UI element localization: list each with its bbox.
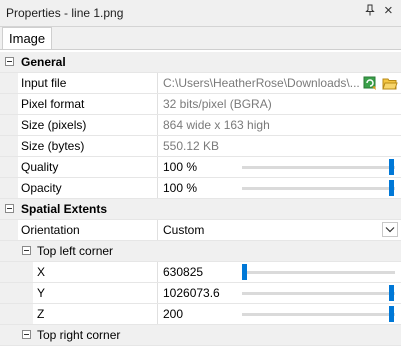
category-label: General — [21, 55, 66, 69]
category-label: Spatial Extents — [21, 202, 108, 216]
close-icon[interactable]: × — [384, 2, 393, 19]
z-slider[interactable] — [242, 304, 395, 324]
property-name: Input file — [19, 73, 158, 93]
property-name: Y — [33, 283, 158, 303]
property-value: 550.12 KB — [163, 139, 220, 153]
opacity-value[interactable]: 100 % — [160, 178, 240, 198]
property-name: Pixel format — [19, 94, 158, 114]
refresh-file-icon[interactable] — [363, 75, 379, 91]
property-row-z[interactable]: Z 200 — [0, 304, 401, 325]
slider-thumb[interactable] — [389, 285, 394, 301]
slider-thumb[interactable] — [389, 180, 394, 196]
tab-bar: Image — [0, 27, 401, 50]
window-title: Properties - line 1.png — [6, 6, 124, 20]
property-row-pixel-format[interactable]: Pixel format 32 bits/pixel (BGRA) — [0, 94, 401, 115]
collapse-icon[interactable] — [5, 57, 14, 66]
property-row-opacity[interactable]: Opacity 100 % — [0, 178, 401, 199]
pin-icon[interactable] — [365, 4, 375, 19]
property-name: Quality — [19, 157, 158, 177]
z-value[interactable]: 200 — [160, 304, 240, 324]
property-name: Z — [33, 304, 158, 324]
quality-value[interactable]: 100 % — [160, 157, 240, 177]
open-folder-icon[interactable] — [382, 75, 398, 91]
property-name: Size (bytes) — [19, 136, 158, 156]
property-row-y[interactable]: Y 1026073.6 — [0, 283, 401, 304]
x-slider[interactable] — [242, 262, 395, 282]
property-value: C:\Users\HeatherRose\Downloads\... — [163, 76, 360, 90]
property-row-quality[interactable]: Quality 100 % — [0, 157, 401, 178]
y-slider[interactable] — [242, 283, 395, 303]
slider-thumb[interactable] — [389, 159, 394, 175]
subcategory-label: Top right corner — [37, 328, 121, 342]
category-general[interactable]: General — [0, 52, 401, 73]
x-value[interactable]: 630825 — [160, 262, 240, 282]
property-name: X — [33, 262, 158, 282]
property-name: Opacity — [19, 178, 158, 198]
orientation-value: Custom — [163, 223, 205, 237]
property-name: Orientation — [19, 220, 158, 240]
property-value: 32 bits/pixel (BGRA) — [163, 97, 272, 111]
collapse-icon[interactable] — [22, 246, 31, 255]
chevron-down-icon[interactable] — [382, 222, 398, 237]
collapse-icon[interactable] — [22, 330, 31, 339]
slider-thumb[interactable] — [242, 264, 247, 280]
property-row-orientation[interactable]: Orientation Custom — [0, 220, 401, 241]
property-row-size-bytes[interactable]: Size (bytes) 550.12 KB — [0, 136, 401, 157]
property-row-input-file[interactable]: Input file C:\Users\HeatherRose\Download… — [0, 73, 401, 94]
property-row-size-pixels[interactable]: Size (pixels) 864 wide x 163 high — [0, 115, 401, 136]
property-name: Size (pixels) — [19, 115, 158, 135]
slider-thumb[interactable] — [389, 306, 394, 322]
property-value: 864 wide x 163 high — [163, 118, 270, 132]
y-value[interactable]: 1026073.6 — [160, 283, 240, 303]
opacity-slider[interactable] — [242, 178, 395, 198]
quality-slider[interactable] — [242, 157, 395, 177]
property-row-x[interactable]: X 630825 — [0, 262, 401, 283]
subcategory-top-left-corner[interactable]: Top left corner — [0, 241, 401, 262]
properties-title-bar: Properties - line 1.png × — [0, 0, 401, 27]
collapse-icon[interactable] — [5, 204, 14, 213]
tab-image[interactable]: Image — [2, 27, 53, 49]
subcategory-label: Top left corner — [37, 244, 114, 258]
property-grid: General Input file C:\Users\HeatherRose\… — [0, 52, 401, 346]
orientation-dropdown[interactable]: Custom — [160, 220, 401, 240]
category-spatial-extents[interactable]: Spatial Extents — [0, 199, 401, 220]
